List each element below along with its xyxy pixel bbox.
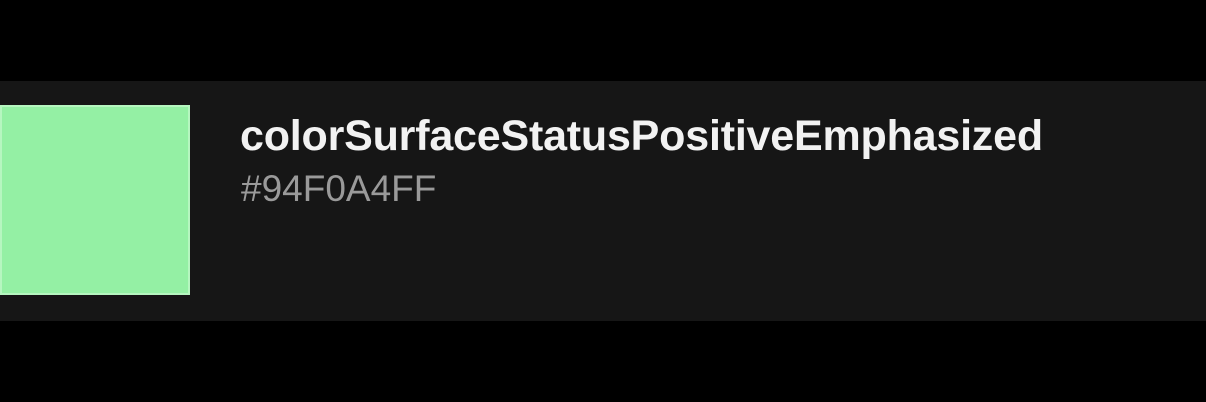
color-token-card: colorSurfaceStatusPositiveEmphasized #94…	[0, 81, 1206, 321]
token-name: colorSurfaceStatusPositiveEmphasized	[240, 112, 1043, 160]
page: colorSurfaceStatusPositiveEmphasized #94…	[0, 0, 1206, 402]
color-swatch	[0, 105, 190, 295]
token-hex-value: #94F0A4FF	[241, 168, 437, 209]
